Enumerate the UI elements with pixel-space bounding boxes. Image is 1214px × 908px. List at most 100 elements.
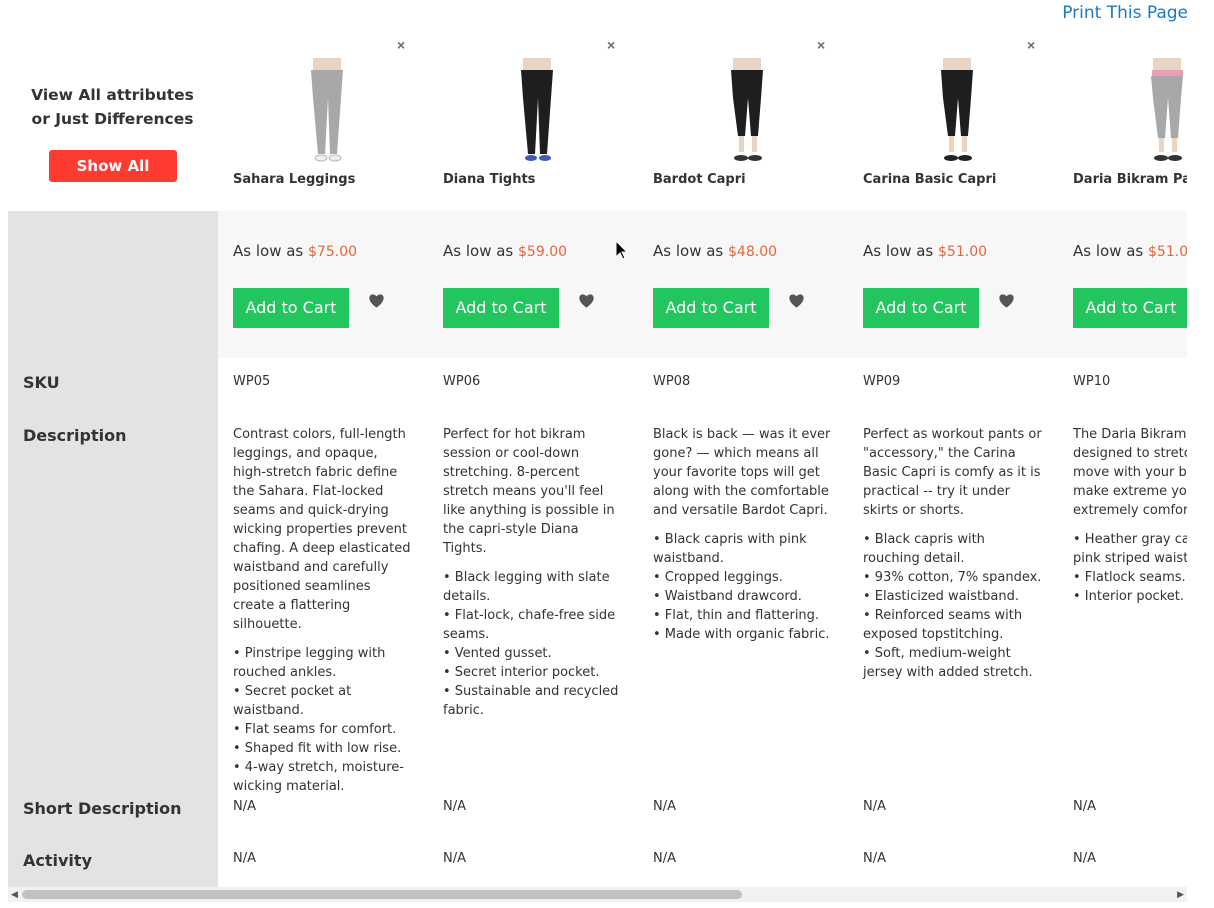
product-price: As low as $75.00	[233, 242, 357, 260]
feature-list: • Black legging with slate details. • Fl…	[443, 568, 623, 720]
wishlist-heart-icon[interactable]	[368, 292, 385, 309]
feature-item: • Heather gray capris with pink striped …	[1073, 532, 1187, 566]
short-description-cell: N/A	[863, 799, 886, 814]
product-image[interactable]	[913, 58, 1003, 164]
price-prefix: As low as	[653, 242, 724, 260]
feature-item: • Flat, thin and flattering.	[653, 608, 820, 623]
description-text: The Daria Bikram Pant is designed to str…	[1073, 427, 1187, 518]
feature-item: • Made with organic fabric.	[653, 627, 830, 642]
feature-item: • Flatlock seams.	[1073, 570, 1186, 585]
product-price: As low as $51.00	[863, 242, 987, 260]
description-cell: The Daria Bikram Pant is designed to str…	[1073, 425, 1187, 606]
description-text: Perfect for hot bikram session or cool-d…	[443, 427, 615, 556]
feature-item: • Soft, medium-weight jersey with added …	[863, 646, 1033, 680]
activity-cell: N/A	[863, 851, 886, 866]
product-price: As low as $59.00	[443, 242, 567, 260]
print-page-link[interactable]: Print This Page	[1062, 3, 1188, 23]
short-description-cell: N/A	[1073, 799, 1096, 814]
compare-table: View All attributes or Just Differences …	[8, 30, 1187, 887]
view-all-text: View All attributes or Just Differences	[31, 86, 194, 128]
horizontal-scrollbar[interactable]: ◀ ▶	[8, 887, 1187, 902]
description-cell: Black is back — was it ever gone? — whic…	[653, 425, 833, 644]
product-name[interactable]: Carina Basic Capri	[863, 172, 996, 187]
activity-cell: N/A	[653, 851, 676, 866]
activity-cell: N/A	[233, 851, 256, 866]
feature-item: • Black legging with slate details.	[443, 570, 610, 604]
short-description-cell: N/A	[653, 799, 676, 814]
product-image[interactable]	[1123, 58, 1187, 164]
mouse-cursor-icon	[616, 241, 628, 260]
feature-item: • Waistband drawcord.	[653, 589, 802, 604]
add-to-cart-button[interactable]: Add to Cart	[863, 288, 979, 328]
activity-cell: N/A	[1073, 851, 1096, 866]
feature-list: • Black capris with rouching detail. • 9…	[863, 530, 1043, 682]
feature-item: • Pinstripe legging with rouched ankles.	[233, 646, 386, 680]
price-amount: $51.00	[938, 244, 988, 260]
add-to-cart-button[interactable]: Add to Cart	[1073, 288, 1187, 328]
product-name[interactable]: Sahara Leggings	[233, 172, 355, 187]
price-prefix: As low as	[1073, 242, 1144, 260]
product-image[interactable]	[283, 58, 373, 164]
row-label-short-description: Short Description	[23, 799, 182, 818]
wishlist-heart-icon[interactable]	[998, 292, 1015, 309]
row-label-description: Description	[23, 426, 127, 445]
feature-item: • Reinforced seams with exposed topstitc…	[863, 608, 1023, 642]
sku-cell: WP08	[653, 374, 691, 389]
feature-item: • Secret pocket at waistband.	[233, 684, 352, 718]
product-name[interactable]: Bardot Capri	[653, 172, 746, 187]
feature-item: • Vented gusset.	[443, 646, 552, 661]
feature-item: • Cropped leggings.	[653, 570, 783, 585]
price-amount: $48.00	[728, 244, 778, 260]
add-to-cart-button[interactable]: Add to Cart	[653, 288, 769, 328]
scroll-left-arrow-icon[interactable]: ◀	[11, 889, 18, 900]
activity-cell: N/A	[443, 851, 466, 866]
product-name[interactable]: Diana Tights	[443, 172, 535, 187]
remove-product-button[interactable]: ×	[397, 37, 405, 53]
price-amount: $51.00	[1148, 244, 1187, 260]
scrollbar-thumb[interactable]	[22, 890, 742, 899]
feature-list: • Black capris with pink waistband. • Cr…	[653, 530, 833, 644]
feature-item: • 93% cotton, 7% spandex.	[863, 570, 1042, 585]
sku-cell: WP09	[863, 374, 901, 389]
product-price: As low as $51.00	[1073, 242, 1187, 260]
wishlist-heart-icon[interactable]	[788, 292, 805, 309]
show-all-button[interactable]: Show All	[49, 150, 177, 182]
feature-item: • Flat seams for comfort.	[233, 722, 397, 737]
price-amount: $59.00	[518, 244, 568, 260]
row-label-activity: Activity	[23, 851, 92, 870]
description-text: Contrast colors, full-length leggings, a…	[233, 427, 411, 632]
description-text: Perfect as workout pants or "accessory,"…	[863, 427, 1042, 518]
add-to-cart-button[interactable]: Add to Cart	[233, 288, 349, 328]
feature-list: • Heather gray capris with pink striped …	[1073, 530, 1187, 606]
description-cell: Perfect for hot bikram session or cool-d…	[443, 425, 623, 720]
price-band	[218, 211, 1187, 358]
short-description-cell: N/A	[233, 799, 256, 814]
feature-item: • Secret interior pocket.	[443, 665, 600, 680]
scroll-right-arrow-icon[interactable]: ▶	[1177, 889, 1184, 900]
price-prefix: As low as	[443, 242, 514, 260]
feature-item: • Black capris with rouching detail.	[863, 532, 985, 566]
product-image[interactable]	[703, 58, 793, 164]
feature-item: • Black capris with pink waistband.	[653, 532, 807, 566]
product-price: As low as $48.00	[653, 242, 777, 260]
description-cell: Perfect as workout pants or "accessory,"…	[863, 425, 1043, 682]
description-text: Black is back — was it ever gone? — whic…	[653, 427, 831, 518]
remove-product-button[interactable]: ×	[1027, 37, 1035, 53]
price-prefix: As low as	[863, 242, 934, 260]
product-image[interactable]	[493, 58, 583, 164]
description-cell: Contrast colors, full-length leggings, a…	[233, 425, 413, 796]
attribute-label-column	[8, 211, 218, 887]
remove-product-button[interactable]: ×	[817, 37, 825, 53]
wishlist-heart-icon[interactable]	[578, 292, 595, 309]
row-label-sku: SKU	[23, 373, 60, 392]
feature-list: • Pinstripe legging with rouched ankles.…	[233, 644, 413, 796]
sku-cell: WP05	[233, 374, 271, 389]
feature-item: • Flat-lock, chafe-free side seams.	[443, 608, 616, 642]
remove-product-button[interactable]: ×	[607, 37, 615, 53]
sku-cell: WP10	[1073, 374, 1111, 389]
product-name[interactable]: Daria Bikram Pant	[1073, 172, 1187, 187]
feature-item: • Interior pocket.	[1073, 589, 1185, 604]
feature-item: • Sustainable and recycled fabric.	[443, 684, 619, 718]
add-to-cart-button[interactable]: Add to Cart	[443, 288, 559, 328]
feature-item: • Shaped fit with low rise.	[233, 741, 402, 756]
